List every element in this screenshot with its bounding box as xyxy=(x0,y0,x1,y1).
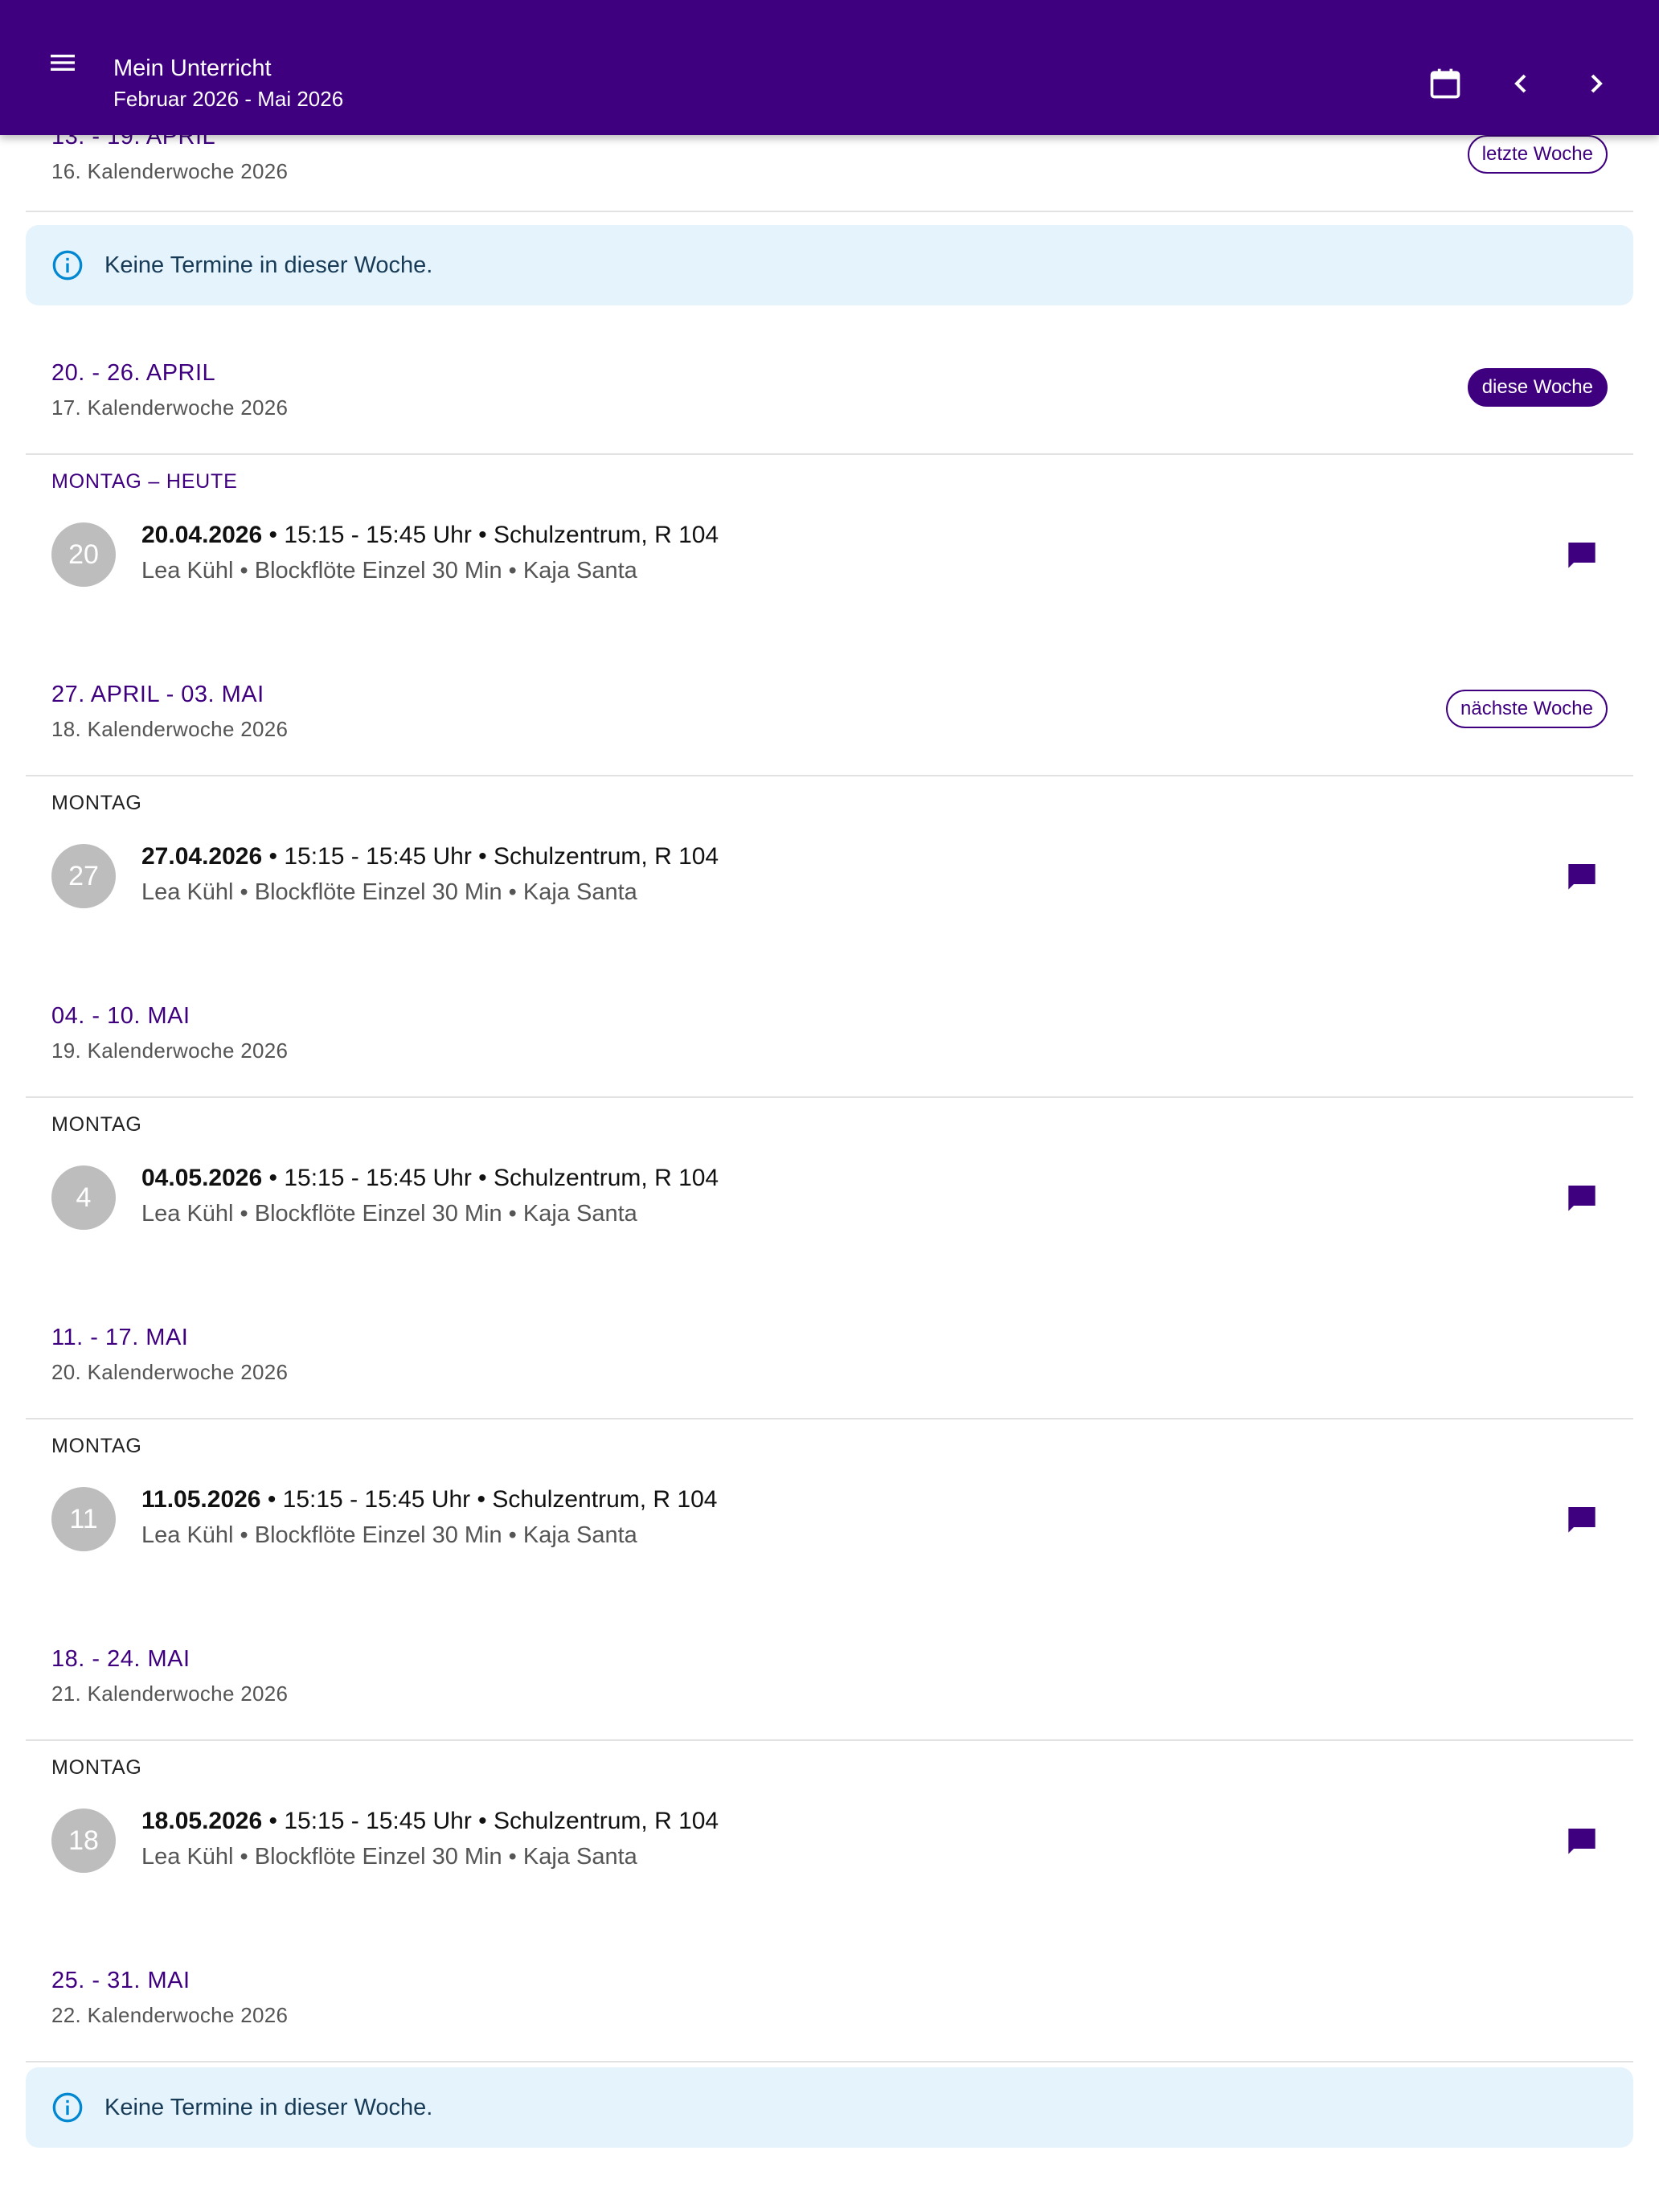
day-avatar: 11 xyxy=(51,1487,116,1551)
comment-icon xyxy=(1568,1186,1596,1211)
previous-button[interactable] xyxy=(1495,58,1546,109)
lesson-item-11-05[interactable]: 11 11.05.2026 • 15:15 - 15:45 Uhr • Schu… xyxy=(26,1471,1633,1567)
comment-icon xyxy=(1568,543,1596,568)
lesson-primary-line: 04.05.2026 • 15:15 - 15:45 Uhr • Schulze… xyxy=(141,1162,719,1194)
next-button[interactable] xyxy=(1571,58,1622,109)
lesson-details: • 15:15 - 15:45 Uhr • Schulzentrum, R 10… xyxy=(262,522,719,548)
menu-icon xyxy=(51,55,75,71)
lesson-item-18-05[interactable]: 18 18.05.2026 • 15:15 - 15:45 Uhr • Schu… xyxy=(26,1792,1633,1889)
comment-icon xyxy=(1568,864,1596,890)
week-number: 19. Kalenderwoche 2026 xyxy=(51,1038,289,1063)
week-number: 22. Kalenderwoche 2026 xyxy=(51,2003,289,2027)
app-title-block: Mein Unterricht Februar 2026 - Mai 2026 xyxy=(113,55,343,113)
info-icon xyxy=(52,250,83,281)
week-number: 20. Kalenderwoche 2026 xyxy=(51,1360,289,1384)
lesson-secondary-line: Lea Kühl • Blockflöte Einzel 30 Min • Ka… xyxy=(141,1522,637,1548)
lesson-secondary-line: Lea Kühl • Blockflöte Einzel 30 Min • Ka… xyxy=(141,879,637,905)
lesson-primary-line: 18.05.2026 • 15:15 - 15:45 Uhr • Schulze… xyxy=(141,1805,719,1837)
week-range: 27. APRIL - 03. MAI xyxy=(51,682,264,707)
week-range: 18. - 24. MAI xyxy=(51,1646,190,1672)
week-range: 04. - 10. MAI xyxy=(51,1003,190,1029)
chevron-right-icon xyxy=(1591,74,1603,93)
info-text: Keine Termine in dieser Woche. xyxy=(104,252,433,278)
no-events-info-16: Keine Termine in dieser Woche. xyxy=(26,225,1633,305)
lesson-primary-line: 11.05.2026 • 15:15 - 15:45 Uhr • Schulze… xyxy=(141,1484,717,1516)
comment-button[interactable] xyxy=(1556,1172,1608,1223)
comment-icon xyxy=(1568,1829,1596,1854)
week-header-16: 13. - 19. APRIL 16. Kalenderwoche 2026 l… xyxy=(26,122,1633,212)
chevron-left-icon xyxy=(1514,74,1526,93)
comment-button[interactable] xyxy=(1556,850,1608,902)
calendar-icon xyxy=(1430,68,1460,99)
lesson-item-20-04[interactable]: 20 20.04.2026 • 15:15 - 15:45 Uhr • Schu… xyxy=(26,506,1633,603)
week-number: 17. Kalenderwoche 2026 xyxy=(51,395,289,420)
lesson-secondary-line: Lea Kühl • Blockflöte Einzel 30 Min • Ka… xyxy=(141,1201,637,1227)
page-title: Mein Unterricht xyxy=(113,55,272,81)
day-avatar: 27 xyxy=(51,844,116,908)
lesson-item-04-05[interactable]: 4 04.05.2026 • 15:15 - 15:45 Uhr • Schul… xyxy=(26,1149,1633,1246)
lesson-details: • 15:15 - 15:45 Uhr • Schulzentrum, R 10… xyxy=(262,843,719,870)
week-header-20: 11. - 17. MAI 20. Kalenderwoche 2026 xyxy=(26,1323,1633,1419)
lesson-details: • 15:15 - 15:45 Uhr • Schulzentrum, R 10… xyxy=(262,1808,719,1834)
lesson-details: • 15:15 - 15:45 Uhr • Schulzentrum, R 10… xyxy=(260,1486,718,1513)
lesson-primary-line: 27.04.2026 • 15:15 - 15:45 Uhr • Schulze… xyxy=(141,841,719,873)
menu-button[interactable] xyxy=(40,40,85,85)
comment-icon xyxy=(1568,1507,1596,1533)
lesson-date: 27.04.2026 xyxy=(141,843,263,870)
day-avatar: 4 xyxy=(51,1165,116,1230)
lesson-secondary-line: Lea Kühl • Blockflöte Einzel 30 Min • Ka… xyxy=(141,1844,637,1870)
lesson-secondary-line: Lea Kühl • Blockflöte Einzel 30 Min • Ka… xyxy=(141,558,637,584)
week-number: 18. Kalenderwoche 2026 xyxy=(51,717,289,741)
week-header-19: 04. - 10. MAI 19. Kalenderwoche 2026 xyxy=(26,1002,1633,1098)
day-avatar: 18 xyxy=(51,1809,116,1873)
day-label: MONTAG xyxy=(51,792,142,814)
day-avatar: 20 xyxy=(51,522,116,587)
next-week-badge[interactable]: nächste Woche xyxy=(1446,690,1608,728)
lesson-date: 18.05.2026 xyxy=(141,1808,263,1834)
week-header-22: 25. - 31. MAI 22. Kalenderwoche 2026 xyxy=(26,1966,1633,2062)
lesson-primary-line: 20.04.2026 • 15:15 - 15:45 Uhr • Schulze… xyxy=(141,519,719,551)
week-header-17: 20. - 26. APRIL 17. Kalenderwoche 2026 d… xyxy=(26,358,1633,455)
lesson-item-27-04[interactable]: 27 27.04.2026 • 15:15 - 15:45 Uhr • Schu… xyxy=(26,828,1633,924)
comment-button[interactable] xyxy=(1556,1815,1608,1866)
week-range: 25. - 31. MAI xyxy=(51,1968,190,1993)
info-icon xyxy=(52,2092,83,2123)
app-bar: Mein Unterricht Februar 2026 - Mai 2026 xyxy=(0,0,1659,135)
week-range: 11. - 17. MAI xyxy=(51,1325,189,1350)
calendar-button[interactable] xyxy=(1419,58,1471,109)
day-label-today: MONTAG – HEUTE xyxy=(51,470,238,493)
week-header-21: 18. - 24. MAI 21. Kalenderwoche 2026 xyxy=(26,1645,1633,1741)
comment-button[interactable] xyxy=(1556,529,1608,580)
week-header-18: 27. APRIL - 03. MAI 18. Kalenderwoche 20… xyxy=(26,680,1633,776)
lesson-date: 04.05.2026 xyxy=(141,1165,263,1191)
day-label: MONTAG xyxy=(51,1113,142,1136)
week-range: 20. - 26. APRIL xyxy=(51,360,216,386)
lesson-details: • 15:15 - 15:45 Uhr • Schulzentrum, R 10… xyxy=(262,1165,719,1191)
this-week-badge[interactable]: diese Woche xyxy=(1467,368,1608,407)
lesson-date: 11.05.2026 xyxy=(141,1486,261,1513)
week-number: 16. Kalenderwoche 2026 xyxy=(51,159,289,183)
day-label: MONTAG xyxy=(51,1756,142,1779)
date-range-subtitle: Februar 2026 - Mai 2026 xyxy=(113,87,344,111)
lesson-date: 20.04.2026 xyxy=(141,522,263,548)
info-text: Keine Termine in dieser Woche. xyxy=(104,2094,433,2120)
week-number: 21. Kalenderwoche 2026 xyxy=(51,1682,289,1706)
no-events-info-22: Keine Termine in dieser Woche. xyxy=(26,2067,1633,2148)
day-label: MONTAG xyxy=(51,1435,142,1457)
comment-button[interactable] xyxy=(1556,1493,1608,1545)
last-week-badge[interactable]: letzte Woche xyxy=(1467,135,1608,174)
